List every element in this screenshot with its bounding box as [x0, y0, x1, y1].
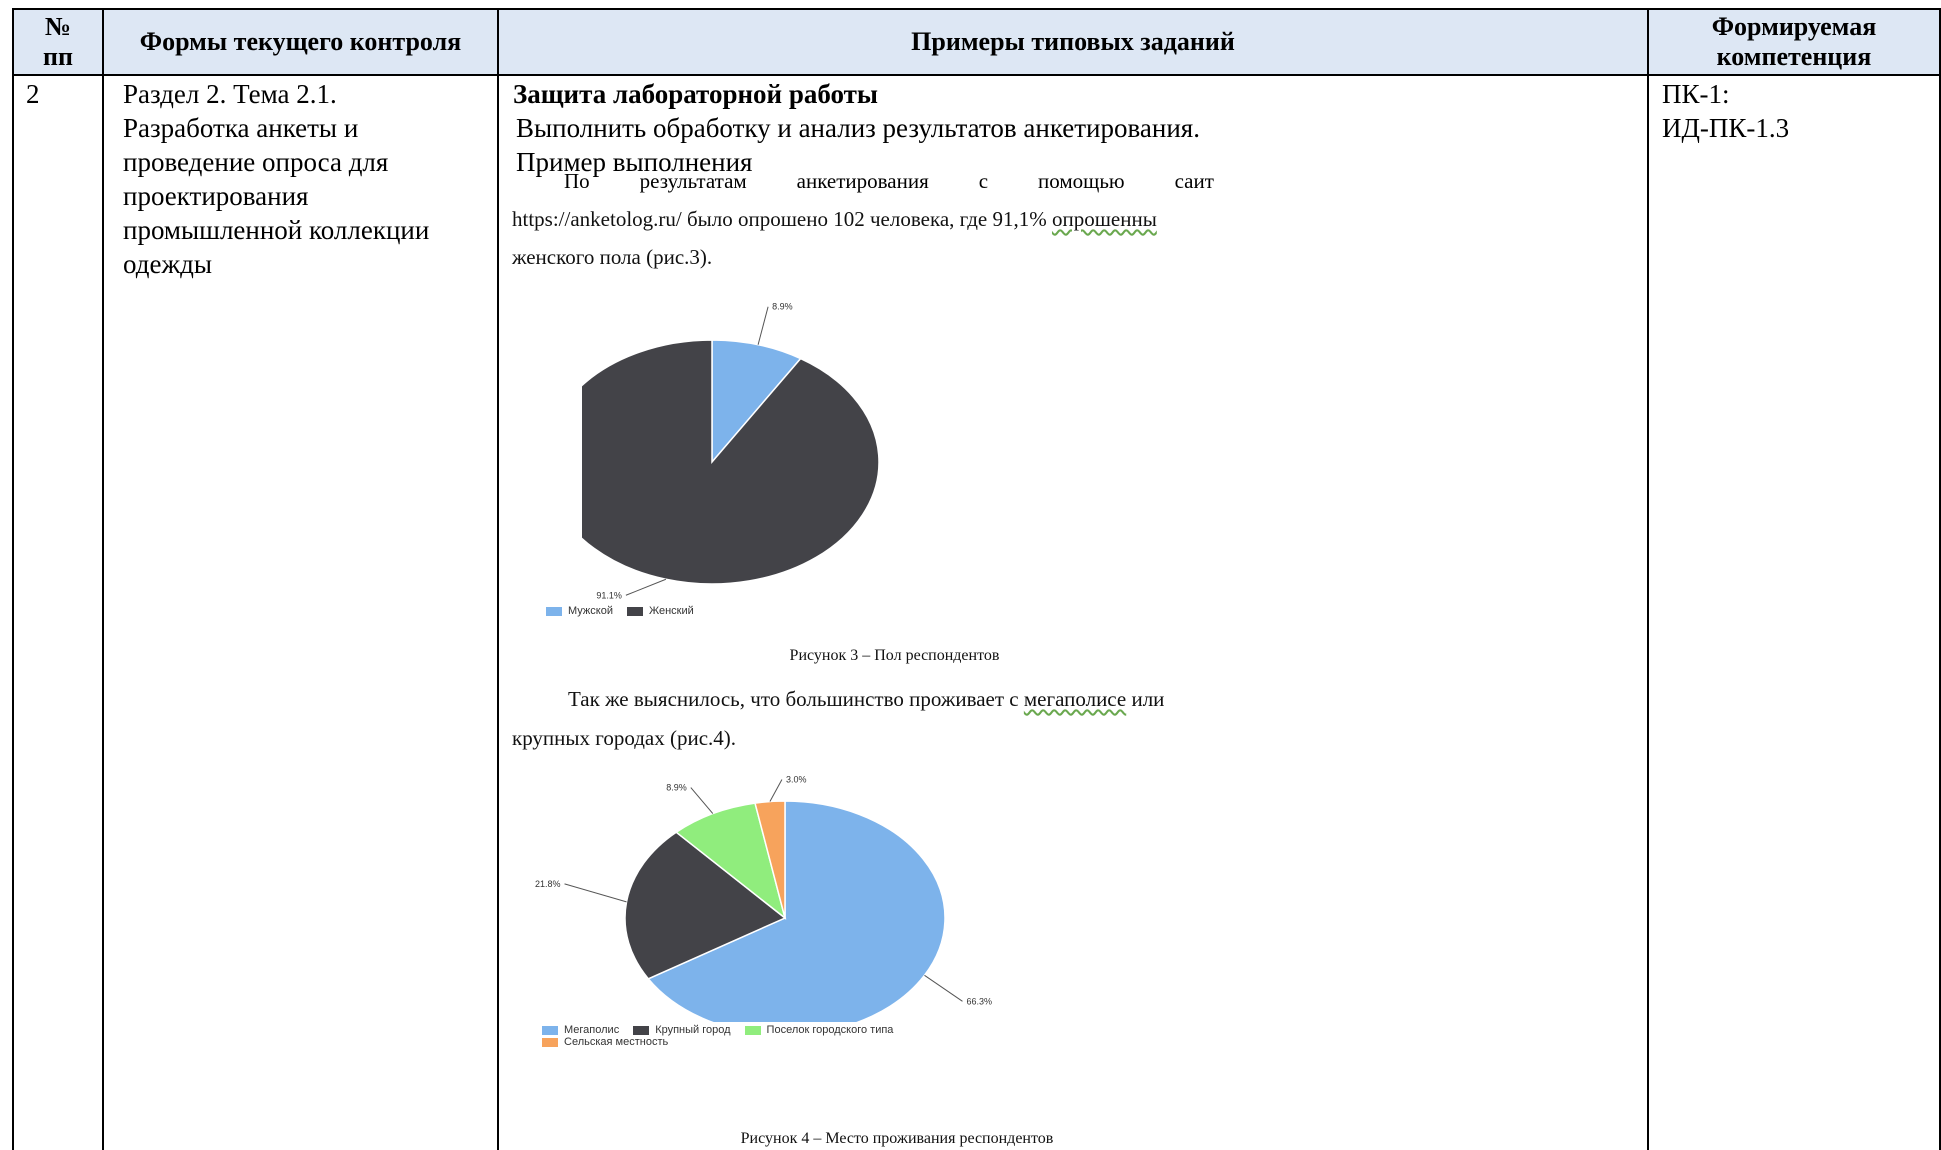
- legend-swatch: [626, 606, 643, 616]
- paragraph-1-line-1: По результатам анкетирования с помощью с…: [512, 168, 1214, 194]
- residence-pie-data-label-0: 66.3%: [966, 996, 992, 1006]
- legend-item-countryside: Сельская местность: [542, 1036, 668, 1048]
- competence-codes: ПК-1: ИД-ПК-1.3: [1662, 79, 1790, 143]
- paragraph-2-line-2: крупных городах (рис.4).: [512, 726, 737, 750]
- legend-swatch: [633, 1025, 650, 1035]
- header-examples: Примеры типовых заданий: [911, 27, 1235, 56]
- task-title: Защита лабораторной работы: [513, 79, 878, 109]
- paragraph-2-line-1: Так же выяснилось, что большинство прожи…: [568, 686, 1164, 712]
- residence-pie-chart: 66.3% 21.8% 8.9% 3.0%: [535, 775, 992, 1022]
- header-competence: Формируемая компетенция: [1711, 12, 1877, 71]
- legend-label: Сельская местность: [564, 1036, 669, 1048]
- residence-pie-data-label-1: 21.8%: [535, 879, 561, 889]
- p1-word: результатам: [639, 169, 747, 193]
- header-number: № пп: [43, 12, 73, 71]
- gender-pie-data-label-1: 91.1%: [596, 590, 622, 600]
- p1-word: помощью: [1038, 169, 1125, 193]
- p1-word: саит: [1174, 169, 1214, 193]
- residence-pie-leader-line-3: [769, 779, 783, 802]
- gender-pie-data-label-0: 8.9%: [772, 302, 793, 312]
- residence-pie-leader-line-1: [564, 883, 627, 903]
- figure-4-caption: Рисунок 4 – Место проживания респонденто…: [740, 1130, 1054, 1147]
- residence-pie-leader-line-2: [690, 787, 714, 814]
- p2-text: или: [1126, 687, 1165, 711]
- legend-item-urban-settlement: Поселок городского типа: [744, 1024, 894, 1036]
- p1-word: анкетирования: [796, 169, 929, 193]
- legend-label: Крупный город: [655, 1024, 731, 1036]
- gender-pie-chart: 8.9% 91.1%: [582, 302, 880, 600]
- task-instruction: Выполнить обработку и анализ результатов…: [516, 113, 1200, 143]
- figure-3-caption: Рисунок 3 – Пол респондентов: [789, 647, 1000, 664]
- residence-pie-data-label-3: 3.0%: [786, 775, 807, 785]
- residence-pie-leader-line-0: [924, 974, 963, 1002]
- example-figure: По результатам анкетирования с помощью с…: [512, 162, 1272, 1150]
- p2-text: Так же выяснилось, что большинство прожи…: [568, 687, 1024, 711]
- header-forms: Формы текущего контроля: [139, 27, 462, 56]
- gender-pie-leader-line-0: [757, 306, 769, 345]
- legend-swatch: [542, 1025, 558, 1035]
- legend-swatch: [546, 606, 562, 616]
- p1-misspelled-word: опрошенны: [1051, 207, 1157, 231]
- residence-legend: Мегаполис Крупный город Поселок городско…: [542, 1024, 1022, 1048]
- paragraph-1-line-3: женского пола (рис.3).: [512, 245, 713, 269]
- legend-label: Поселок городского типа: [766, 1024, 894, 1036]
- row-number: 2: [26, 79, 40, 109]
- legend-swatch: [542, 1037, 558, 1047]
- column-divider-1: [102, 8, 104, 1150]
- column-divider-2: [497, 8, 499, 1150]
- legend-label: Мужской: [568, 605, 613, 617]
- p1-text: https://anketolog.ru/ было опрошено 102 …: [512, 207, 1052, 231]
- paragraph-1-line-2: https://anketolog.ru/ было опрошено 102 …: [512, 206, 1157, 232]
- gender-pie-leader-line-1: [625, 578, 667, 596]
- legend-label: Женский: [648, 605, 694, 617]
- residence-pie-data-label-2: 8.9%: [666, 783, 687, 793]
- gender-legend: Мужской Женский: [546, 605, 708, 617]
- legend-item-male: Мужской: [546, 605, 613, 617]
- control-form-description: Раздел 2. Тема 2.1. Разработка анкеты и …: [123, 79, 430, 279]
- legend-item-large-city: Крупный город: [633, 1024, 731, 1036]
- header-bottom-border: [12, 74, 1941, 76]
- column-divider-3: [1647, 8, 1649, 1150]
- p1-word: с: [978, 169, 989, 193]
- legend-item-metropolis: Мегаполис: [542, 1024, 619, 1036]
- legend-label: Мегаполис: [564, 1024, 620, 1036]
- legend-swatch: [744, 1025, 761, 1035]
- p2-misspelled-word: мегаполисе: [1023, 687, 1127, 711]
- table-left-border: [12, 8, 14, 1150]
- legend-item-female: Женский: [626, 605, 694, 617]
- p1-word: По: [564, 169, 590, 193]
